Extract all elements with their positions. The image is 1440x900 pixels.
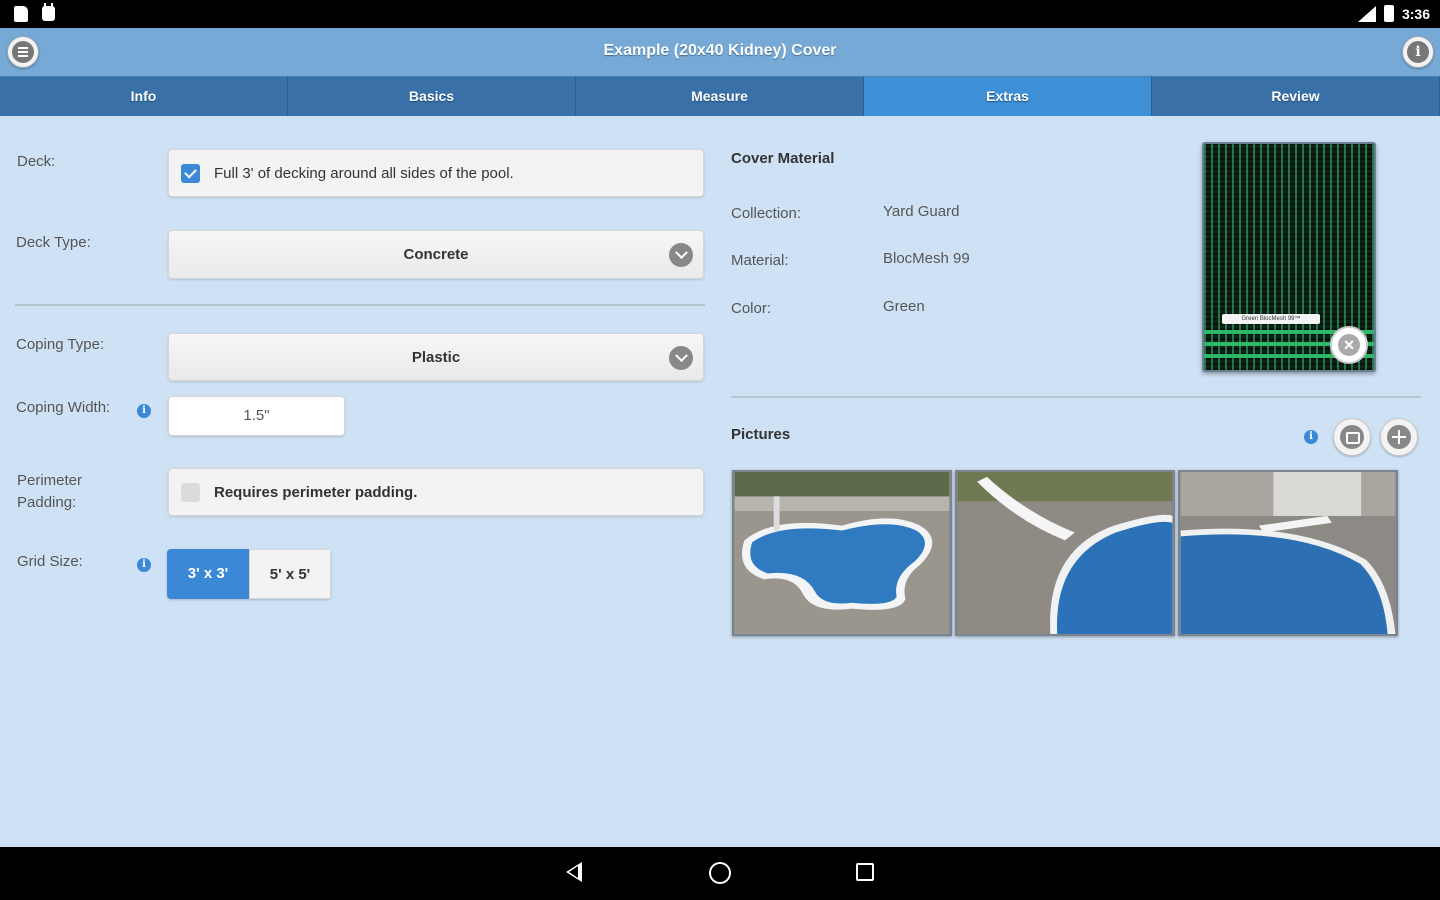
coping-type-label: Coping Type: xyxy=(16,336,105,353)
tab-bar: Info Basics Measure Extras Review xyxy=(0,76,1440,116)
system-nav-bar xyxy=(0,847,1440,900)
back-icon[interactable] xyxy=(566,862,582,882)
deck-label: Deck: xyxy=(17,153,56,170)
tab-extras[interactable]: Extras xyxy=(864,76,1152,116)
divider xyxy=(731,396,1421,398)
status-time: 3:36 xyxy=(1401,5,1430,22)
page-title: Example (20x40 Kidney) Cover xyxy=(603,42,837,59)
chevron-down-icon xyxy=(669,243,693,267)
deck-type-label: Deck Type: xyxy=(16,234,91,251)
pool-photo-2[interactable] xyxy=(955,470,1175,636)
coping-width-label: Coping Width: xyxy=(16,399,111,416)
cover-material-heading: Cover Material xyxy=(731,150,835,167)
divider xyxy=(15,304,705,306)
remove-material-button[interactable]: × xyxy=(1330,326,1368,364)
collection-label: Collection: xyxy=(731,205,802,222)
home-icon[interactable] xyxy=(709,862,731,884)
perimeter-padding-checkbox-label: Requires perimeter padding. xyxy=(214,483,418,501)
perimeter-padding-checkbox[interactable] xyxy=(181,482,200,502)
info-icon: i xyxy=(1407,41,1429,63)
material-value: BlocMesh 99 xyxy=(883,250,970,267)
status-bar: 3:36 xyxy=(0,0,1440,28)
add-picture-button[interactable] xyxy=(1380,418,1418,456)
collection-value: Yard Guard xyxy=(883,203,960,220)
deck-checkbox-field[interactable]: Full 3' of decking around all sides of t… xyxy=(168,149,704,197)
coping-type-value: Plastic xyxy=(411,349,461,366)
material-label: Material: xyxy=(731,252,789,269)
take-photo-button[interactable] xyxy=(1333,418,1371,456)
perimeter-padding-label: Perimeter Padding: xyxy=(17,472,83,511)
deck-checkbox-label: Full 3' of decking around all sides of t… xyxy=(214,164,514,182)
pool-photo-3[interactable] xyxy=(1178,470,1398,636)
material-swatch-image[interactable]: Green BlocMesh 99™ × xyxy=(1202,142,1376,372)
grid-size-3x3[interactable]: 3' x 3' xyxy=(167,549,249,599)
deck-checkbox[interactable] xyxy=(181,163,200,183)
sd-card-icon xyxy=(14,6,28,22)
app-header: Example (20x40 Kidney) Cover i xyxy=(0,28,1440,76)
swatch-tag: Green BlocMesh 99™ xyxy=(1222,314,1320,324)
info-icon[interactable]: i xyxy=(137,404,151,418)
tab-info[interactable]: Info xyxy=(0,76,288,116)
info-button[interactable]: i xyxy=(1402,36,1434,68)
close-icon: × xyxy=(1338,334,1360,356)
perimeter-padding-field[interactable]: Requires perimeter padding. xyxy=(168,468,704,516)
signal-icon xyxy=(1357,5,1376,22)
coping-width-input[interactable]: 1.5" xyxy=(168,396,345,436)
grid-size-label: Grid Size: xyxy=(17,553,83,570)
chevron-down-icon xyxy=(669,346,693,370)
info-icon[interactable]: i xyxy=(137,558,151,572)
camera-icon xyxy=(1340,425,1364,449)
plus-icon xyxy=(1387,425,1411,449)
grid-size-5x5[interactable]: 5' x 5' xyxy=(249,549,331,599)
coping-type-select[interactable]: Plastic xyxy=(168,333,704,381)
battery-icon xyxy=(1383,5,1394,22)
recent-apps-icon[interactable] xyxy=(856,863,874,881)
color-value: Green xyxy=(883,298,925,315)
tab-review[interactable]: Review xyxy=(1152,76,1440,116)
grid-size-toggle: 3' x 3' 5' x 5' xyxy=(167,549,331,599)
tab-measure[interactable]: Measure xyxy=(576,76,864,116)
tab-basics[interactable]: Basics xyxy=(288,76,576,116)
android-icon xyxy=(42,3,55,21)
pool-photo-1[interactable] xyxy=(732,470,952,636)
deck-type-value: Concrete xyxy=(403,246,469,263)
pictures-heading: Pictures xyxy=(731,426,791,443)
info-icon[interactable]: i xyxy=(1304,430,1318,444)
color-label: Color: xyxy=(731,300,772,317)
deck-type-select[interactable]: Concrete xyxy=(168,230,704,279)
